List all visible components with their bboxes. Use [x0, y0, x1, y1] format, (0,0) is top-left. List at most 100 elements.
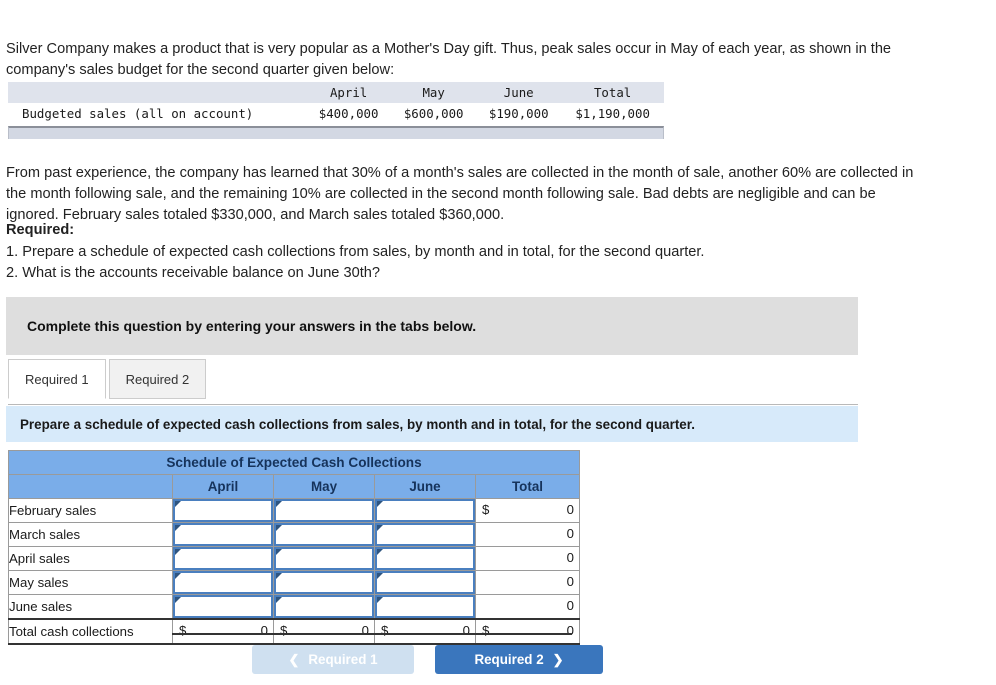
input-april-may[interactable]: [273, 546, 375, 571]
input-february-june[interactable]: [374, 498, 476, 523]
budget-header-blank: [8, 82, 307, 103]
table-row: March sales 0: [8, 522, 580, 547]
total-value: 0: [566, 550, 574, 565]
currency-symbol: $: [482, 502, 490, 517]
cell-corner-marker-icon: [377, 525, 383, 531]
budget-value-total: $1,190,000: [561, 103, 664, 124]
schedule-title-row: Schedule of Expected Cash Collections: [8, 450, 580, 475]
currency-symbol: $: [381, 623, 389, 638]
schedule-table-container: Schedule of Expected Cash Collections Ap…: [8, 450, 580, 645]
input-field[interactable]: [173, 595, 273, 618]
input-march-june[interactable]: [374, 522, 476, 547]
currency-symbol: $: [280, 623, 288, 638]
input-field[interactable]: [274, 523, 374, 546]
required-1-prev-label: Required 1: [308, 652, 378, 667]
table-row: February sales $ 0: [8, 498, 580, 523]
table-row: May sales 0: [8, 570, 580, 595]
total-cash-total: $ 0: [475, 618, 580, 645]
schedule-header-april: April: [172, 474, 274, 499]
input-field[interactable]: [274, 571, 374, 594]
schedule-title: Schedule of Expected Cash Collections: [8, 450, 580, 475]
input-field[interactable]: [375, 571, 475, 594]
total-cash-may: $ 0: [273, 618, 375, 645]
input-february-may[interactable]: [273, 498, 375, 523]
cell-corner-marker-icon: [175, 573, 181, 579]
total-value: 0: [566, 502, 574, 517]
total-june-sales: 0: [475, 594, 580, 620]
problem-page: Silver Company makes a product that is v…: [0, 0, 996, 685]
input-field[interactable]: [375, 499, 475, 522]
tab-bar: Required 1 Required 2: [8, 359, 207, 399]
input-march-may[interactable]: [273, 522, 375, 547]
input-may-june[interactable]: [374, 570, 476, 595]
schedule-header-total: Total: [475, 474, 580, 499]
cell-corner-marker-icon: [377, 501, 383, 507]
cell-corner-marker-icon: [377, 573, 383, 579]
input-field[interactable]: [274, 595, 374, 618]
input-field[interactable]: [375, 595, 475, 618]
required-2-next-button[interactable]: Required 2 ❯: [435, 645, 603, 674]
input-february-april[interactable]: [172, 498, 274, 523]
input-april-april[interactable]: [172, 546, 274, 571]
row-label-may-sales: May sales: [8, 570, 173, 595]
table-row-total: Total cash collections $ 0 $ 0 $ 0 $ 0: [8, 618, 580, 645]
complete-question-text: Complete this question by entering your …: [27, 318, 477, 334]
input-march-april[interactable]: [172, 522, 274, 547]
required-heading: Required:: [6, 222, 75, 238]
tab-required-2[interactable]: Required 2: [108, 359, 207, 399]
input-field[interactable]: [274, 547, 374, 570]
input-field[interactable]: [173, 499, 273, 522]
input-field[interactable]: [274, 499, 374, 522]
cell-corner-marker-icon: [377, 549, 383, 555]
budget-table-container: April May June Total Budgeted sales (all…: [8, 82, 664, 139]
input-april-june[interactable]: [374, 546, 476, 571]
total-cash-april: $ 0: [172, 618, 274, 645]
cell-corner-marker-icon: [276, 549, 282, 555]
schedule-column-header-row: April May June Total: [8, 474, 580, 499]
row-label-june-sales: June sales: [8, 594, 173, 620]
chevron-left-icon: ❮: [288, 652, 300, 667]
cell-corner-marker-icon: [175, 501, 181, 507]
tab-required-1[interactable]: Required 1: [8, 359, 106, 399]
input-field[interactable]: [173, 547, 273, 570]
cell-corner-marker-icon: [276, 501, 282, 507]
currency-symbol: $: [179, 623, 187, 638]
intro-paragraph: Silver Company makes a product that is v…: [6, 40, 892, 78]
total-value: 0: [566, 623, 574, 638]
input-field[interactable]: [173, 571, 273, 594]
row-label-total-cash-collections: Total cash collections: [8, 618, 173, 645]
row-label-february-sales: February sales: [8, 498, 173, 523]
total-value: 0: [566, 526, 574, 541]
budget-value-may: $600,000: [391, 103, 477, 124]
total-value: 0: [462, 623, 470, 638]
input-field[interactable]: [375, 547, 475, 570]
tab-required-2-label: Required 2: [125, 372, 190, 387]
required-item-1: 1. Prepare a schedule of expected cash c…: [6, 243, 705, 260]
budget-value-june: $190,000: [476, 103, 562, 124]
input-june-may[interactable]: [273, 594, 375, 620]
table-row: June sales 0: [8, 594, 580, 620]
input-field[interactable]: [375, 523, 475, 546]
required-1-prev-button[interactable]: ❮ Required 1: [252, 645, 414, 674]
navigation-buttons: ❮ Required 1 Required 2 ❯: [252, 645, 603, 674]
budget-header-april: April: [306, 82, 392, 103]
total-value: 0: [566, 574, 574, 589]
input-june-april[interactable]: [172, 594, 274, 620]
input-may-may[interactable]: [273, 570, 375, 595]
total-february-sales: $ 0: [475, 498, 580, 523]
input-field[interactable]: [173, 523, 273, 546]
total-value: 0: [566, 598, 574, 613]
input-may-april[interactable]: [172, 570, 274, 595]
input-june-june[interactable]: [374, 594, 476, 620]
chevron-right-icon: ❯: [552, 652, 564, 667]
required-block: Required: 1. Prepare a schedule of expec…: [6, 220, 826, 285]
budgeted-sales-table: April May June Total Budgeted sales (all…: [8, 82, 664, 124]
budget-header-row: April May June Total: [8, 82, 664, 103]
total-row-double-underline: [172, 633, 572, 635]
schedule-header-june: June: [374, 474, 476, 499]
row-label-march-sales: March sales: [8, 522, 173, 547]
cell-corner-marker-icon: [276, 525, 282, 531]
budget-header-june: June: [476, 82, 562, 103]
total-march-sales: 0: [475, 522, 580, 547]
cell-corner-marker-icon: [377, 597, 383, 603]
